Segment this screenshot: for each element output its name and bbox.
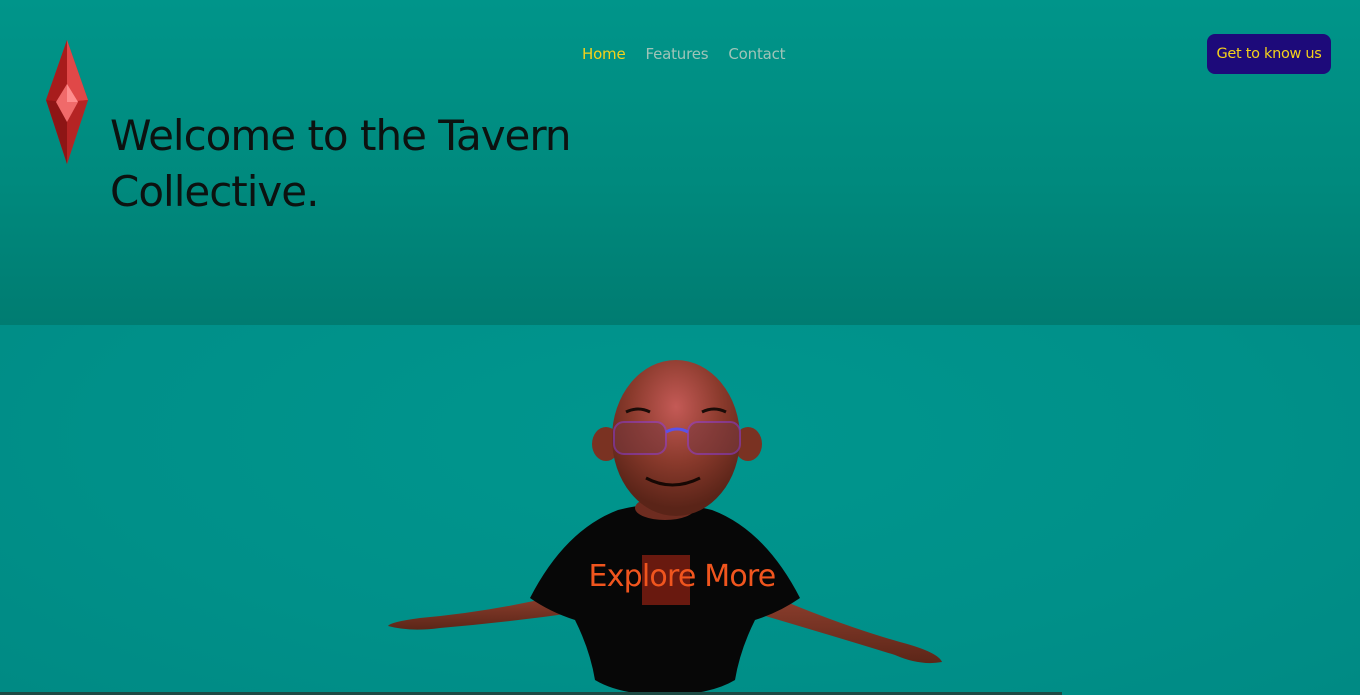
get-to-know-us-button[interactable]: Get to know us (1207, 34, 1331, 74)
avatar-3d-model[interactable] (380, 350, 950, 695)
title-line-1: Welcome to the Tavern (110, 111, 572, 160)
page-title: Welcome to the Tavern Collective. (110, 108, 630, 220)
nav-contact-link[interactable]: Contact (728, 45, 785, 63)
red-crystal-icon[interactable] (44, 40, 90, 164)
explore-more-link[interactable]: Explore More (572, 559, 792, 594)
title-line-2: Collective. (110, 167, 319, 216)
nav-features-link[interactable]: Features (646, 45, 709, 63)
nav-home-link[interactable]: Home (582, 45, 626, 63)
main-nav: Home Features Contact (582, 45, 786, 63)
